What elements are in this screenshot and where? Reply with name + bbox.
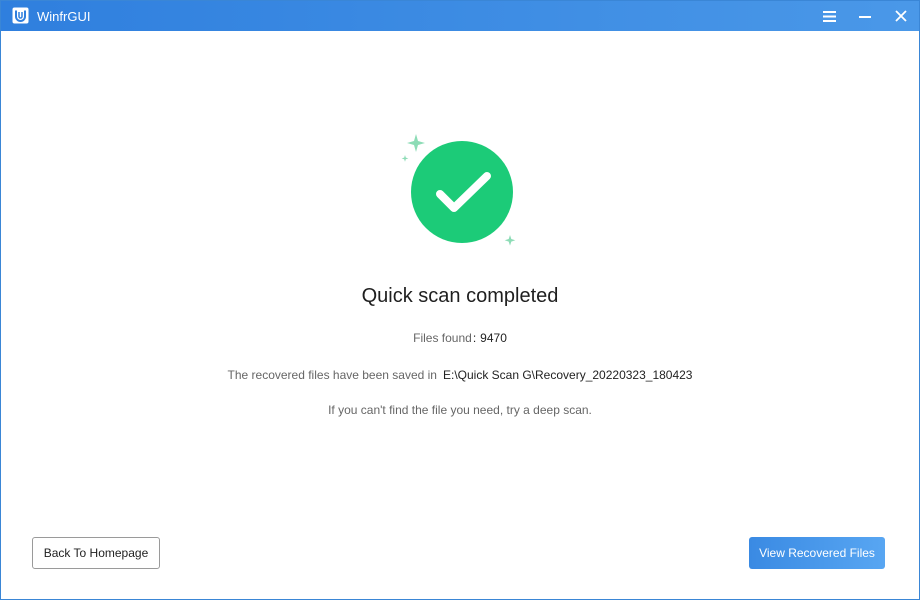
menu-icon: [822, 10, 836, 22]
title-bar: WinfrGUI: [1, 1, 919, 31]
files-found-line: Files found: 9470: [1, 330, 919, 346]
saved-path-value: E:\Quick Scan G\Recovery_20220323_180423: [442, 368, 693, 382]
success-check-icon: [411, 141, 513, 243]
files-found-count: 9470: [480, 331, 507, 345]
window-title: WinfrGUI: [37, 9, 91, 24]
view-recovered-files-button[interactable]: View Recovered Files: [749, 537, 885, 569]
deep-scan-hint: If you can't find the file you need, try…: [328, 403, 592, 417]
sparkle-icon: [504, 235, 516, 246]
menu-button[interactable]: [816, 4, 842, 28]
back-to-homepage-button[interactable]: Back To Homepage: [32, 537, 160, 569]
files-found-separator: :: [472, 331, 477, 345]
scan-status-heading: Quick scan completed: [361, 285, 559, 307]
close-icon: [895, 10, 907, 22]
files-found-label: Files found: [413, 331, 472, 345]
saved-path-line: The recovered files have been saved in E:…: [1, 367, 919, 383]
saved-path-label: The recovered files have been saved in: [227, 368, 437, 382]
close-button[interactable]: [888, 4, 914, 28]
sparkle-icon: [407, 134, 425, 152]
app-window: WinfrGUI Quick scan completed Files foun…: [0, 0, 920, 600]
minimize-icon: [859, 16, 871, 18]
minimize-button[interactable]: [852, 4, 878, 28]
app-logo-icon: [12, 7, 29, 24]
sparkle-icon: [401, 155, 409, 162]
success-illustration: [397, 129, 527, 254]
